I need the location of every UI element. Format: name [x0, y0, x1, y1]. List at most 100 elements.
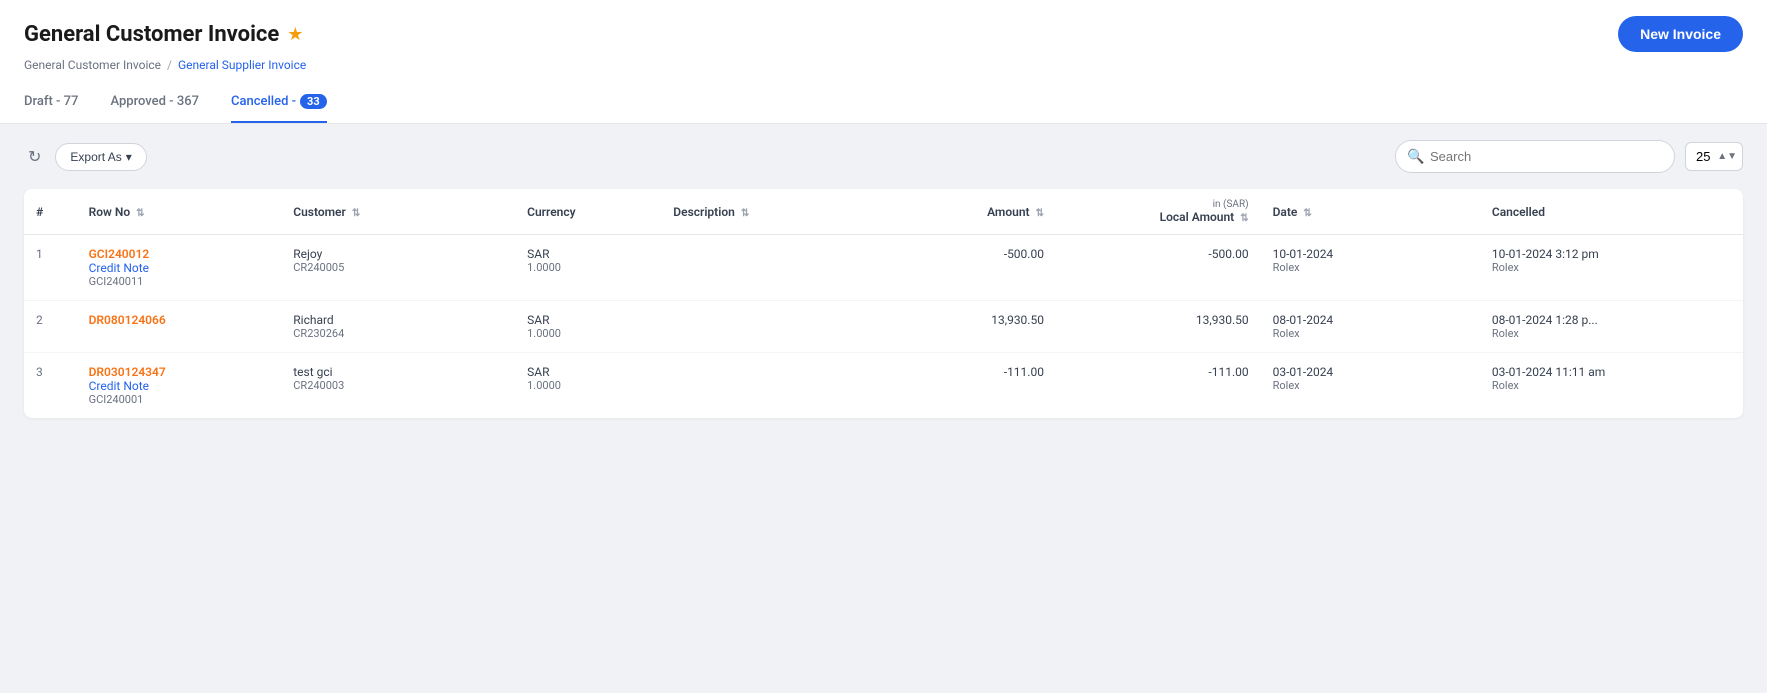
col-header-currency: Currency — [515, 189, 661, 235]
star-icon[interactable]: ★ — [287, 24, 303, 45]
cell-amount: -500.00 — [866, 235, 1056, 301]
currency-rate: 1.0000 — [527, 379, 649, 392]
cell-localamount: -111.00 — [1056, 353, 1261, 419]
customer-name: Richard — [293, 313, 333, 327]
breadcrumb-separator: / — [167, 58, 172, 72]
date-sub: Rolex — [1273, 379, 1468, 392]
cell-amount: 13,930.50 — [866, 301, 1056, 353]
col-header-description[interactable]: Description ⇅ — [661, 189, 866, 235]
customer-ref: CR240003 — [293, 379, 503, 392]
invoice-id-link[interactable]: DR080124066 — [89, 313, 270, 327]
col-header-amount[interactable]: Amount ⇅ — [866, 189, 1056, 235]
sort-icon-date: ⇅ — [1303, 208, 1311, 219]
cell-rowno: GCI240012 Credit Note GCI240011 — [77, 235, 282, 301]
tab-cancelled[interactable]: Cancelled - 33 — [231, 84, 327, 123]
currency-code: SAR — [527, 313, 549, 327]
cell-cancelled: 08-01-2024 1:28 p... Rolex — [1480, 301, 1743, 353]
cell-currency: SAR 1.0000 — [515, 235, 661, 301]
cell-rowno: DR080124066 — [77, 301, 282, 353]
content-area: ↻ Export As ▾ 🔍 25 50 100 ▲▼ — [0, 124, 1767, 434]
invoice-ref: GCI240011 — [89, 275, 270, 288]
currency-code: SAR — [527, 365, 549, 379]
date-sub: Rolex — [1273, 327, 1468, 340]
per-page-select[interactable]: 25 50 100 — [1685, 142, 1743, 171]
tab-approved-label: Approved - — [110, 94, 173, 109]
table-row: 3 DR030124347 Credit Note GCI240001 test… — [24, 353, 1743, 419]
cell-description — [661, 235, 866, 301]
cell-num: 1 — [24, 235, 77, 301]
cancelled-sub: Rolex — [1492, 261, 1731, 274]
cell-localamount: -500.00 — [1056, 235, 1261, 301]
table-header-row: # Row No ⇅ Customer ⇅ Currency Descripti… — [24, 189, 1743, 235]
cell-date: 10-01-2024 Rolex — [1261, 235, 1480, 301]
in-sar-label: in (SAR) — [1068, 199, 1249, 210]
cell-customer: Rejoy CR240005 — [281, 235, 515, 301]
customer-name: Rejoy — [293, 247, 322, 261]
col-header-customer[interactable]: Customer ⇅ — [281, 189, 515, 235]
search-container: 🔍 — [1395, 140, 1675, 173]
search-input[interactable] — [1395, 140, 1675, 173]
breadcrumb-link[interactable]: General Supplier Invoice — [178, 58, 306, 72]
table-wrapper: # Row No ⇅ Customer ⇅ Currency Descripti… — [24, 189, 1743, 418]
cell-description — [661, 301, 866, 353]
export-button[interactable]: Export As ▾ — [55, 143, 146, 171]
table-row: 2 DR080124066 Richard CR230264 SAR 1.000… — [24, 301, 1743, 353]
date-main: 03-01-2024 — [1273, 365, 1468, 379]
per-page-wrapper: 25 50 100 ▲▼ — [1685, 142, 1743, 171]
toolbar: ↻ Export As ▾ 🔍 25 50 100 ▲▼ — [24, 140, 1743, 173]
tabs-container: Draft - 77 Approved - 367 Cancelled - 33 — [24, 84, 1743, 123]
tab-cancelled-label: Cancelled - — [231, 94, 296, 109]
tab-draft[interactable]: Draft - 77 — [24, 84, 78, 123]
local-amount-value: -500.00 — [1208, 247, 1248, 261]
customer-name: test gci — [293, 365, 332, 379]
sort-icon-localamount: ⇅ — [1240, 213, 1248, 224]
cell-num: 2 — [24, 301, 77, 353]
cell-currency: SAR 1.0000 — [515, 353, 661, 419]
cell-date: 08-01-2024 Rolex — [1261, 301, 1480, 353]
invoice-id-link[interactable]: GCI240012 — [89, 247, 270, 261]
credit-note-link[interactable]: Credit Note — [89, 379, 270, 393]
refresh-button[interactable]: ↻ — [24, 143, 45, 171]
header-title-row: General Customer Invoice ★ — [24, 22, 303, 47]
cell-description — [661, 353, 866, 419]
cell-currency: SAR 1.0000 — [515, 301, 661, 353]
credit-note-link[interactable]: Credit Note — [89, 261, 270, 275]
sort-icon-description: ⇅ — [741, 208, 749, 219]
tab-approved[interactable]: Approved - 367 — [110, 84, 199, 123]
invoice-id-link[interactable]: DR030124347 — [89, 365, 270, 379]
cell-localamount: 13,930.50 — [1056, 301, 1261, 353]
col-header-localamount[interactable]: in (SAR) Local Amount ⇅ — [1056, 189, 1261, 235]
toolbar-left: ↻ Export As ▾ — [24, 143, 147, 171]
local-amount-value: 13,930.50 — [1196, 313, 1249, 327]
amount-value: -500.00 — [1004, 247, 1044, 261]
breadcrumb-current: General Customer Invoice — [24, 58, 161, 72]
cell-date: 03-01-2024 Rolex — [1261, 353, 1480, 419]
invoice-ref: GCI240001 — [89, 393, 270, 406]
amount-value: 13,930.50 — [991, 313, 1044, 327]
date-main: 10-01-2024 — [1273, 247, 1468, 261]
sort-icon-amount: ⇅ — [1036, 208, 1044, 219]
cancelled-sub: Rolex — [1492, 327, 1731, 340]
cancelled-sub: Rolex — [1492, 379, 1731, 392]
local-amount-value: -111.00 — [1208, 365, 1248, 379]
col-header-cancelled: Cancelled — [1480, 189, 1743, 235]
cell-cancelled: 03-01-2024 11:11 am Rolex — [1480, 353, 1743, 419]
tab-cancelled-count: 33 — [300, 94, 327, 109]
col-header-rowno[interactable]: Row No ⇅ — [77, 189, 282, 235]
tab-approved-count: 367 — [177, 94, 199, 109]
sort-icon-rowno: ⇅ — [136, 208, 144, 219]
export-label: Export As — [70, 150, 121, 164]
export-arrow-icon: ▾ — [126, 150, 132, 164]
cell-amount: -111.00 — [866, 353, 1056, 419]
breadcrumb: General Customer Invoice / General Suppl… — [24, 58, 1743, 72]
cancelled-main: 10-01-2024 3:12 pm — [1492, 247, 1731, 261]
date-main: 08-01-2024 — [1273, 313, 1468, 327]
page-wrapper: General Customer Invoice ★ New Invoice G… — [0, 0, 1767, 693]
col-header-date[interactable]: Date ⇅ — [1261, 189, 1480, 235]
cell-customer: Richard CR230264 — [281, 301, 515, 353]
col-header-hash: # — [24, 189, 77, 235]
currency-rate: 1.0000 — [527, 327, 649, 340]
customer-ref: CR230264 — [293, 327, 503, 340]
new-invoice-button[interactable]: New Invoice — [1618, 16, 1743, 52]
currency-rate: 1.0000 — [527, 261, 649, 274]
